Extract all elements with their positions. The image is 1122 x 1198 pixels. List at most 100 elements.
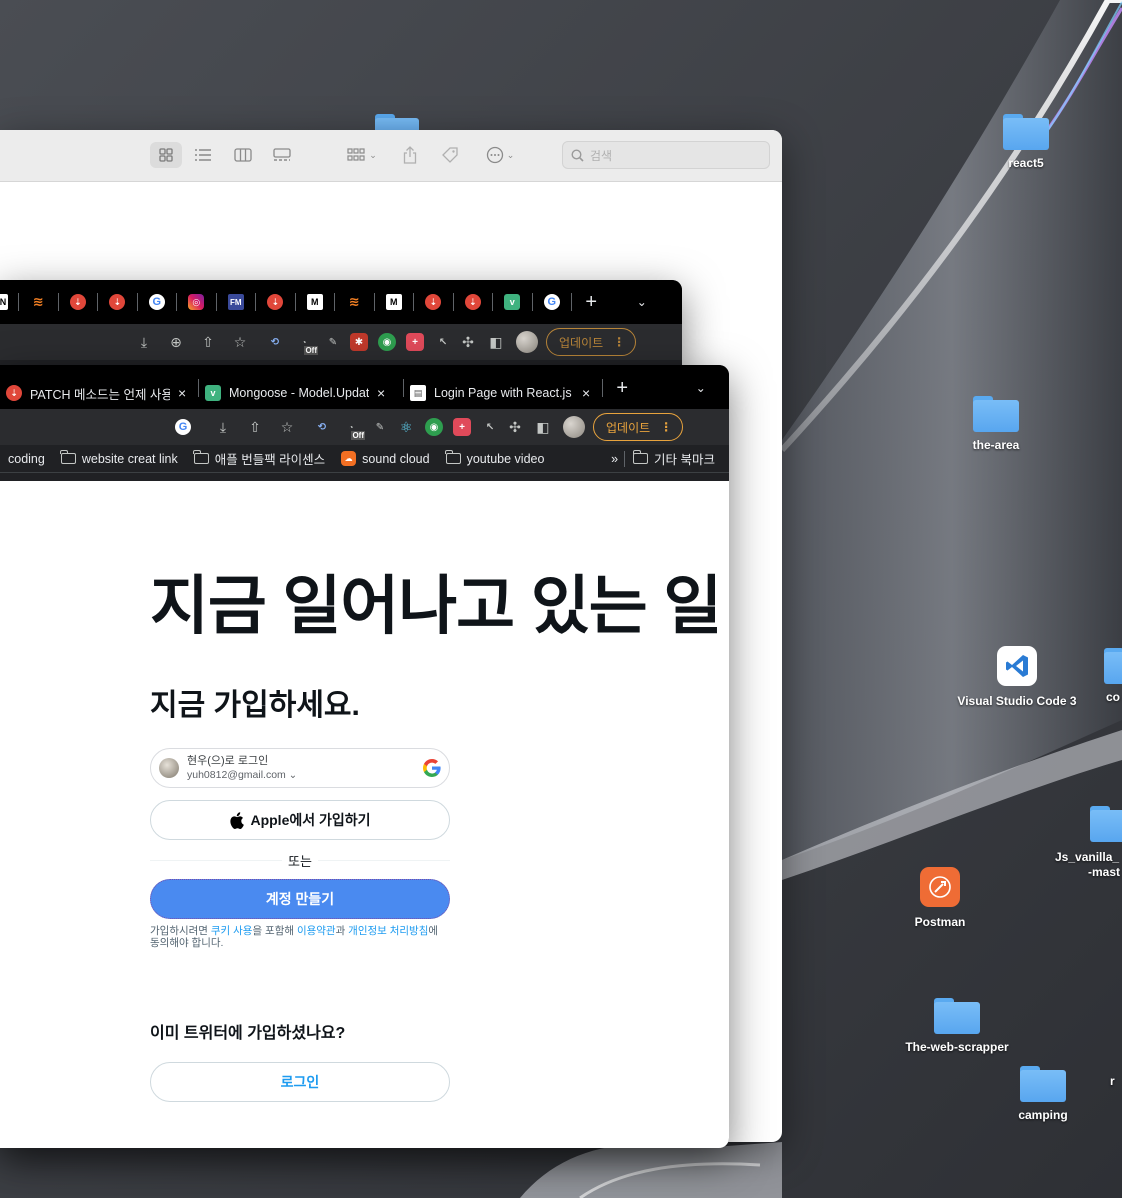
chevron-down-icon: ⌄ bbox=[369, 149, 377, 160]
desktop-folder-react5[interactable]: react5 bbox=[966, 114, 1086, 171]
privacy-policy-link[interactable]: 개인정보 처리방침 bbox=[348, 925, 428, 937]
desktop-app-postman[interactable]: Postman bbox=[880, 867, 1000, 930]
pinned-tab[interactable]: ◎ bbox=[177, 280, 216, 324]
side-panel-icon[interactable]: ◧ bbox=[531, 419, 555, 436]
chrome-toolbar: ⤓ ⊕ ⇧ ☆ ⟲ ◔ Off ✎ ✱ ◉ + ↖ ✣ ◧ 업데이트 ⋮ bbox=[0, 324, 682, 360]
tab-search-button[interactable]: ⌄ bbox=[623, 280, 662, 324]
desktop-folder-js-vanilla[interactable]: Js_vanilla_ -mast bbox=[1050, 806, 1122, 880]
pinned-tab[interactable]: ⇣ bbox=[59, 280, 98, 324]
gallery-view-icon[interactable] bbox=[268, 142, 296, 168]
eyedropper-icon[interactable]: ✎ bbox=[371, 418, 389, 436]
pinned-tab[interactable]: G bbox=[533, 280, 572, 324]
red-circle-icon: ⇣ bbox=[267, 294, 284, 310]
react-devtools-icon[interactable]: ⚛ bbox=[397, 418, 415, 436]
google-icon[interactable]: G bbox=[175, 419, 191, 435]
bookmark-label: 기타 북마크 bbox=[654, 453, 715, 467]
close-icon[interactable]: × bbox=[178, 385, 186, 401]
plus-extension-icon[interactable]: + bbox=[406, 333, 424, 351]
google-icon bbox=[423, 759, 441, 777]
install-icon[interactable]: ⤓ bbox=[128, 334, 160, 351]
bookmark-sound-cloud[interactable]: ☁ sound cloud bbox=[333, 451, 437, 466]
share-icon[interactable]: ⇧ bbox=[239, 419, 271, 436]
desktop-folder-camping[interactable]: camping bbox=[983, 1066, 1103, 1123]
create-account-button[interactable]: 계정 만들기 bbox=[150, 879, 450, 919]
terms-of-service-link[interactable]: 이용약관 bbox=[297, 925, 336, 937]
puzzle-icon[interactable]: ✣ bbox=[452, 334, 484, 351]
desktop-app-vscode[interactable]: Visual Studio Code 3 bbox=[957, 646, 1077, 709]
medium-icon: M bbox=[306, 294, 323, 310]
terms-text: 과 bbox=[335, 925, 349, 937]
icon-view-icon[interactable] bbox=[150, 142, 182, 168]
star-icon[interactable]: ☆ bbox=[224, 334, 256, 351]
pinned-tab[interactable]: M bbox=[296, 280, 335, 324]
cursor-extension-icon[interactable]: ↖ bbox=[481, 418, 499, 436]
bookmark-other[interactable]: 기타 북마크 bbox=[625, 449, 729, 468]
postman-icon bbox=[920, 867, 960, 907]
cookie-policy-link[interactable]: 쿠키 사용 bbox=[211, 925, 253, 937]
extension-icon[interactable]: ⟲ bbox=[266, 333, 284, 351]
share-icon[interactable]: ⇧ bbox=[192, 334, 224, 351]
desktop-folder-r[interactable]: r bbox=[1110, 1074, 1122, 1089]
bookmarks-overflow-button[interactable]: » bbox=[603, 452, 624, 466]
zoom-icon[interactable]: ⊕ bbox=[160, 334, 192, 351]
pinned-tab[interactable]: ⇣ bbox=[256, 280, 295, 324]
update-button[interactable]: 업데이트 ⋮ bbox=[593, 413, 684, 441]
soundcloud-icon: ☁ bbox=[341, 451, 357, 466]
apple-signup-button[interactable]: Apple에서 가입하기 bbox=[150, 800, 450, 840]
share-icon[interactable] bbox=[398, 142, 422, 168]
pinned-tab[interactable]: ⇣ bbox=[414, 280, 453, 324]
tag-icon[interactable] bbox=[438, 142, 462, 168]
bookmark-website-creat-link[interactable]: website creat link bbox=[53, 450, 186, 466]
desktop-folder-co[interactable]: co bbox=[1082, 646, 1122, 705]
tab-login-page[interactable]: ▤ Login Page with React.js × bbox=[404, 378, 602, 408]
pinned-tab[interactable]: N bbox=[0, 280, 18, 324]
off-extension-icon[interactable]: ◔ Off bbox=[339, 418, 365, 440]
desktop-folder-the-web-scrapper[interactable]: The-web-scrapper bbox=[897, 998, 1017, 1055]
folder-icon bbox=[1003, 114, 1049, 150]
pinned-tab[interactable]: v bbox=[493, 280, 532, 324]
pinned-tab[interactable]: G bbox=[138, 280, 177, 324]
puzzle-icon[interactable]: ✣ bbox=[499, 419, 531, 436]
eyedropper-icon[interactable]: ✎ bbox=[324, 333, 342, 351]
close-icon[interactable]: × bbox=[377, 385, 385, 401]
group-icon[interactable]: ⌄ bbox=[342, 142, 382, 168]
tab-patch[interactable]: ⇣ PATCH 메소드는 언제 사용해 × bbox=[0, 378, 198, 408]
install-icon[interactable]: ⤓ bbox=[207, 419, 239, 436]
cursor-extension-icon[interactable]: ↖ bbox=[434, 333, 452, 351]
google-signin-button[interactable]: 현우(으)로 로그인 yuh0812@gmail.com ⌄ bbox=[150, 748, 450, 788]
avatar[interactable] bbox=[563, 416, 585, 438]
avatar[interactable] bbox=[516, 331, 538, 353]
pinned-tab[interactable]: ≋ bbox=[19, 280, 58, 324]
green-extension-icon[interactable]: ◉ bbox=[378, 333, 396, 351]
finder-search-field[interactable]: 검색 bbox=[562, 141, 770, 169]
pinned-tab[interactable]: ⇣ bbox=[98, 280, 137, 324]
list-view-icon[interactable] bbox=[190, 142, 216, 168]
pinned-tab[interactable]: M bbox=[375, 280, 414, 324]
pinned-tab[interactable]: ⇣ bbox=[454, 280, 493, 324]
new-tab-button[interactable]: + bbox=[572, 280, 611, 324]
tab-mongoose[interactable]: v Mongoose - Model.Update × bbox=[199, 378, 403, 408]
bookmark-apple-bundle[interactable]: 애플 번들팩 라이센스 bbox=[186, 449, 333, 468]
desktop-folder-the-area[interactable]: the-area bbox=[936, 396, 1056, 453]
more-actions-icon[interactable]: ⌄ bbox=[480, 142, 520, 168]
chevron-down-icon: ⌄ bbox=[636, 295, 647, 309]
folder-icon bbox=[973, 396, 1019, 432]
tab-search-button[interactable]: ⌄ bbox=[682, 366, 721, 410]
terms-text: 을 포함해 bbox=[252, 925, 297, 937]
close-icon[interactable]: × bbox=[582, 385, 590, 401]
green-extension-icon[interactable]: ◉ bbox=[425, 418, 443, 436]
login-button[interactable]: 로그인 bbox=[150, 1062, 450, 1102]
bookmark-youtube-video[interactable]: youtube video bbox=[438, 450, 553, 466]
pinned-tab[interactable]: ≋ bbox=[335, 280, 374, 324]
new-tab-button[interactable]: + bbox=[603, 366, 642, 410]
red-extension-icon[interactable]: ✱ bbox=[350, 333, 368, 351]
star-icon[interactable]: ☆ bbox=[271, 419, 303, 436]
side-panel-icon[interactable]: ◧ bbox=[484, 334, 508, 351]
plus-extension-icon[interactable]: + bbox=[453, 418, 471, 436]
pinned-tab[interactable]: FM bbox=[217, 280, 256, 324]
column-view-icon[interactable] bbox=[230, 142, 256, 168]
bookmark-coding[interactable]: coding bbox=[0, 452, 53, 466]
extension-icon[interactable]: ⟲ bbox=[313, 418, 331, 436]
update-button[interactable]: 업데이트 ⋮ bbox=[546, 328, 637, 356]
off-extension-icon[interactable]: ◔ Off bbox=[292, 333, 318, 355]
